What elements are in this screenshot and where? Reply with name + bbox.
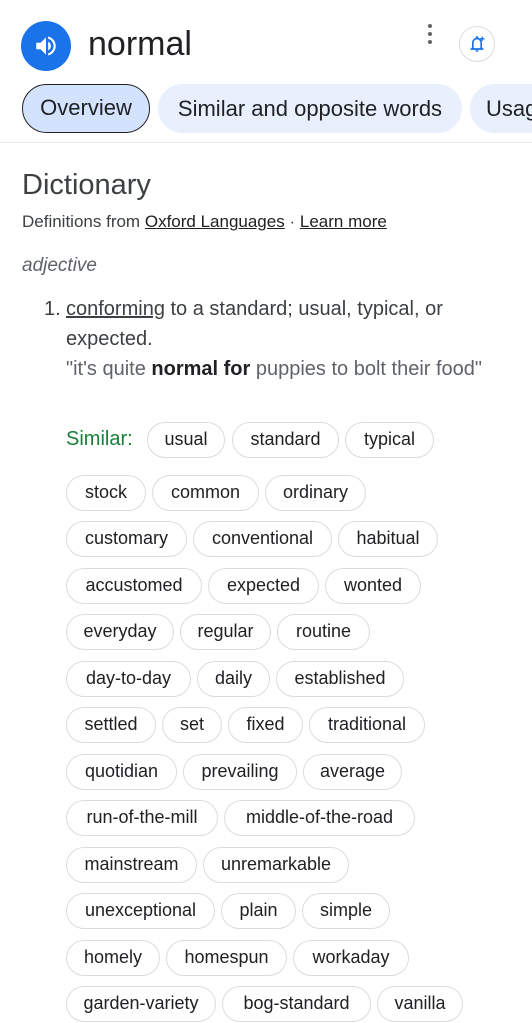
more-options-button[interactable]	[418, 20, 442, 48]
similar-word-chip[interactable]: middle-of-the-road	[224, 800, 415, 836]
more-vert-icon	[428, 24, 432, 28]
similar-word-chip[interactable]: set	[162, 707, 222, 743]
similar-word-chip[interactable]: common	[152, 475, 259, 511]
similar-word-chip[interactable]: typical	[345, 422, 434, 458]
definition-example: "it's quite normal for puppies to bolt t…	[66, 354, 496, 384]
pronunciation-button[interactable]	[21, 21, 71, 71]
similar-word-chip[interactable]: homely	[66, 940, 160, 976]
similar-word-chip[interactable]: routine	[277, 614, 370, 650]
example-open: "it's quite	[66, 358, 152, 380]
add-alert-button[interactable]	[459, 26, 495, 62]
similar-word-chip[interactable]: customary	[66, 521, 187, 557]
similar-word-chip[interactable]: simple	[302, 893, 390, 929]
example-bold: normal for	[151, 358, 251, 380]
headword: normal	[88, 25, 192, 63]
divider	[0, 142, 532, 143]
similar-word-chip[interactable]: fixed	[228, 707, 303, 743]
similar-word-chip[interactable]: unexceptional	[66, 893, 215, 929]
volume-icon	[36, 36, 56, 56]
similar-word-chip[interactable]: conventional	[193, 521, 332, 557]
similar-word-chip[interactable]: daily	[197, 661, 270, 697]
part-of-speech: adjective	[22, 255, 97, 276]
similar-word-chip[interactable]: ordinary	[265, 475, 366, 511]
similar-word-chip[interactable]: wonted	[325, 568, 421, 604]
more-vert-icon-dot	[428, 40, 432, 44]
similar-label: Similar:	[66, 428, 133, 450]
similar-word-chip[interactable]: habitual	[338, 521, 438, 557]
similar-word-chip[interactable]: garden-variety	[66, 986, 216, 1022]
example-close: puppies to bolt their food"	[250, 358, 483, 380]
tab-bar: Overview Similar and opposite words Usag	[0, 84, 532, 134]
definition-text: conforming to a standard; usual, typical…	[66, 294, 496, 354]
similar-word-chip[interactable]: usual	[147, 422, 225, 458]
similar-word-chip[interactable]: average	[303, 754, 402, 790]
similar-word-chip[interactable]: expected	[208, 568, 319, 604]
similar-word-chip[interactable]: prevailing	[183, 754, 297, 790]
header: normal	[0, 0, 532, 90]
definitions-source: Definitions from Oxford Languages · Lear…	[22, 210, 387, 234]
similar-word-chip[interactable]: plain	[221, 893, 296, 929]
dictionary-title: Dictionary	[22, 169, 151, 201]
learn-more-link[interactable]: Learn more	[300, 212, 387, 231]
similar-word-chip[interactable]: vanilla	[377, 986, 463, 1022]
similar-word-chip[interactable]: traditional	[309, 707, 425, 743]
similar-word-chip[interactable]: day-to-day	[66, 661, 191, 697]
oxford-languages-link[interactable]: Oxford Languages	[145, 212, 285, 231]
add-alert-icon	[470, 36, 485, 52]
similar-word-chip[interactable]: bog-standard	[222, 986, 371, 1022]
similar-word-chip[interactable]: accustomed	[66, 568, 202, 604]
similar-word-chip[interactable]: run-of-the-mill	[66, 800, 218, 836]
separator: ·	[289, 212, 296, 231]
similar-word-chip[interactable]: unremarkable	[203, 847, 349, 883]
similar-word-chip[interactable]: established	[276, 661, 404, 697]
similar-word-chip[interactable]: standard	[232, 422, 339, 458]
similar-word-chip[interactable]: quotidian	[66, 754, 177, 790]
definition-number: 1.	[44, 298, 61, 320]
similar-word-chip[interactable]: regular	[180, 614, 271, 650]
source-prefix: Definitions from	[22, 212, 141, 231]
similar-word-chip[interactable]: settled	[66, 707, 156, 743]
similar-word-chip[interactable]: mainstream	[66, 847, 197, 883]
tab-overview[interactable]: Overview	[22, 84, 150, 133]
tab-similar-and-opposite-words[interactable]: Similar and opposite words	[158, 84, 462, 133]
similar-word-chip[interactable]: homespun	[166, 940, 287, 976]
similar-word-chip[interactable]: workaday	[293, 940, 409, 976]
conforming-link[interactable]: conforming	[66, 298, 165, 320]
tab-usage[interactable]: Usag	[470, 84, 532, 133]
similar-word-chip[interactable]: stock	[66, 475, 146, 511]
similar-word-chip[interactable]: everyday	[66, 614, 174, 650]
more-vert-icon-dot	[428, 32, 432, 36]
